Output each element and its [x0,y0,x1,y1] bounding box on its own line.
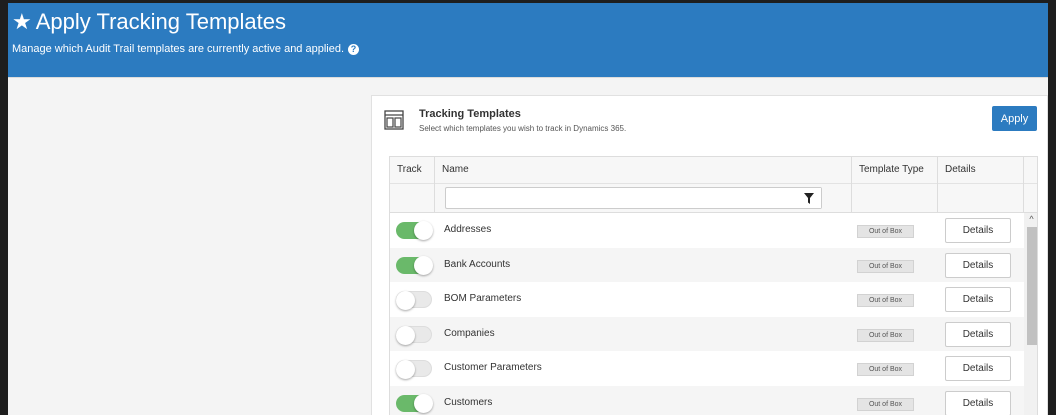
details-button[interactable]: Details [945,321,1011,347]
page-title-text: Apply Tracking Templates [35,9,287,34]
template-name: Companies [444,327,495,339]
page-subtitle: Manage which Audit Trail templates are c… [12,43,360,55]
panel-title: Tracking Templates [419,108,521,120]
panel-subtitle: Select which templates you wish to track… [419,124,627,133]
table-header: Track Name Template Type Details [390,157,1037,213]
template-type-badge: Out of Box [857,397,914,411]
toggle-knob [396,291,415,310]
page-header: ★ Apply Tracking Templates Manage which … [8,3,1048,77]
details-button[interactable]: Details [945,252,1011,278]
details-button[interactable]: Details [945,356,1011,381]
table-row: Bank Accounts Out of Box Details [390,247,1024,282]
toggle-knob [396,325,415,345]
toggle-knob [414,221,433,240]
details-button[interactable]: Details [945,287,1011,312]
table-row: Companies Out of Box Details [390,316,1024,351]
column-track-label: Track [397,164,422,175]
template-name: Customers [444,396,493,408]
page-title: ★ Apply Tracking Templates [12,9,286,35]
filter-icon [804,192,814,204]
track-toggle[interactable] [396,325,432,345]
column-header-spacer [1024,157,1037,213]
filter-button[interactable] [797,188,821,208]
table-row: BOM Parameters Out of Box Details [390,282,1024,317]
scrollbar-thumb[interactable] [1027,227,1037,345]
column-type-label: Template Type [859,164,924,175]
details-button[interactable]: Details [945,218,1011,243]
track-toggle[interactable] [396,393,433,413]
chevron-up-icon[interactable]: ^ [1024,213,1037,225]
table-row: Customers Out of Box Details [390,385,1024,415]
star-icon: ★ [12,9,32,34]
column-name-label: Name [442,164,469,175]
app-frame: ★ Apply Tracking Templates Manage which … [8,3,1048,415]
track-toggle[interactable] [396,221,433,240]
tracking-templates-panel: Tracking Templates Select which template… [371,95,1048,415]
column-details-label: Details [945,164,976,175]
template-type-badge: Out of Box [857,294,914,307]
template-name: BOM Parameters [444,293,522,304]
toggle-knob [414,393,433,413]
page-subtitle-text: Manage which Audit Trail templates are c… [12,43,345,55]
header-divider [8,77,1048,78]
table-row: Customer Parameters Out of Box Details [390,351,1024,386]
apply-button[interactable]: Apply [992,106,1037,131]
template-name: Customer Parameters [444,362,542,373]
track-toggle[interactable] [396,291,432,310]
template-type-badge: Out of Box [857,259,914,273]
column-header-details: Details [938,157,1024,213]
help-icon[interactable]: ? [348,43,360,55]
template-type-badge: Out of Box [857,328,914,342]
toggle-knob [414,255,433,275]
table-row: Addresses Out of Box Details [390,213,1024,248]
template-type-badge: Out of Box [857,225,914,238]
table-scrollbar[interactable]: ^ [1024,213,1037,415]
name-filter-input[interactable] [445,187,822,209]
column-header-template-type[interactable]: Template Type [852,157,938,213]
template-type-badge: Out of Box [857,363,914,376]
template-name: Bank Accounts [444,258,511,270]
template-name: Addresses [444,224,492,235]
toggle-knob [396,360,415,379]
details-button[interactable]: Details [945,390,1011,415]
template-grid-icon [384,110,404,130]
templates-table: Track Name Template Type Details Address… [389,156,1038,415]
table-body: Addresses Out of Box Details Bank Accounts O… [390,213,1024,415]
track-toggle[interactable] [396,255,433,275]
column-header-track: Track [390,157,435,213]
track-toggle[interactable] [396,360,432,379]
